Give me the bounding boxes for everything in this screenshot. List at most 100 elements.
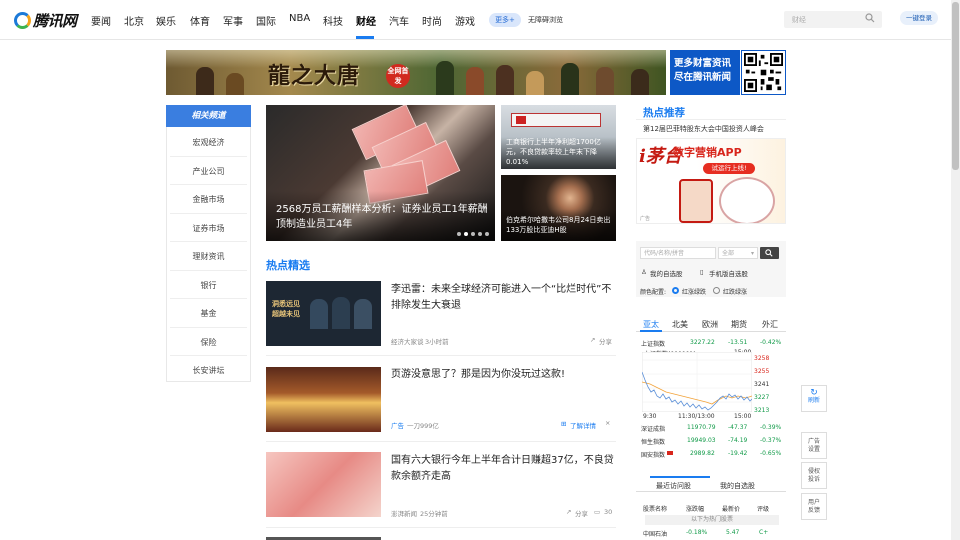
carousel-dot[interactable] xyxy=(457,232,461,236)
nav-item-finance[interactable]: 财经 xyxy=(356,13,376,28)
search-placeholder: 财经 xyxy=(792,16,806,24)
details-icon[interactable]: ⊞ xyxy=(561,420,566,428)
comment-icon[interactable]: ▭ xyxy=(594,508,600,516)
focus-main-caption[interactable]: 2568万员工薪酬样本分析：证券业员工1年薪酬顶制造业员工4年 xyxy=(276,202,490,232)
close-icon[interactable]: × xyxy=(605,419,610,427)
tab-asia-pacific[interactable]: 亚太 xyxy=(643,319,659,330)
article-title[interactable]: 国有六大银行今年上半年合计日赚超37亿，不良贷款余额齐走高 xyxy=(391,453,616,485)
color-config-label: 颜色配置: xyxy=(640,289,667,296)
ad-settings-button[interactable]: 广告 设置 xyxy=(801,432,827,459)
maotai-ad[interactable]: i茅台 数字营销APP 试运行上线! 广告 xyxy=(636,138,786,224)
chart-tick: 3258 xyxy=(754,355,770,362)
ad-image[interactable] xyxy=(266,367,381,432)
nav-item-fashion[interactable]: 时尚 xyxy=(422,13,442,28)
tab-forex[interactable]: 外汇 xyxy=(762,319,778,330)
nav-item-military[interactable]: 军事 xyxy=(223,13,243,28)
focus-side-caption-1[interactable]: 工商银行上半年净利超1700亿元，不良贷款率较上年末下降0.01% xyxy=(506,137,612,167)
sidebar-item-industry[interactable]: 产业公司 xyxy=(166,166,251,177)
mobile-stocks-link[interactable]: 手机版自选股 xyxy=(709,268,748,278)
ad-title[interactable]: 页游没意思了？那是因为你没玩过这款! xyxy=(391,367,616,383)
sidebar-item-financial-market[interactable]: 金融市场 xyxy=(166,194,251,205)
carousel-dots[interactable] xyxy=(457,232,489,236)
comment-count[interactable]: 30 xyxy=(604,508,612,516)
stock-rating: C+ xyxy=(759,529,769,536)
nav-item-international[interactable]: 国际 xyxy=(256,13,276,28)
stock-name[interactable]: 中国石油 xyxy=(643,529,667,538)
sidebar-item-insurance[interactable]: 保险 xyxy=(166,337,251,348)
ad-settings-label-1: 广告 xyxy=(807,438,820,445)
sidebar-item-macro[interactable]: 宏观经济 xyxy=(166,137,251,148)
article-source[interactable]: 经济大家谈 xyxy=(391,336,424,346)
nav-item-beijing[interactable]: 北京 xyxy=(124,13,144,28)
game-ad-banner[interactable]: 龍之大唐 全网首发 xyxy=(166,50,666,95)
tab-recent-stocks[interactable]: 最近访问股 xyxy=(656,481,691,491)
tab-north-america[interactable]: 北美 xyxy=(672,319,688,330)
index-value: 19949.03 xyxy=(687,437,716,444)
share-icon[interactable]: ↗ xyxy=(566,508,571,516)
ad-subtitle: 一刀999亿 xyxy=(407,422,439,430)
sidebar-item-securities[interactable]: 证券市场 xyxy=(166,223,251,234)
carousel-dot[interactable] xyxy=(478,232,482,236)
refresh-label: 刷新 xyxy=(807,397,820,404)
color-option-1[interactable]: 红涨绿跌 xyxy=(682,287,706,296)
share-icon[interactable]: ↗ xyxy=(590,336,595,344)
ad-label: 广告 xyxy=(391,422,404,430)
refresh-button[interactable]: ↻ 刷新 xyxy=(801,385,827,412)
stock-search-input[interactable]: 代码/名称/拼音 xyxy=(640,247,716,259)
scrollbar-thumb[interactable] xyxy=(952,2,959,170)
share-link[interactable]: 分享 xyxy=(599,336,612,346)
tab-europe[interactable]: 欧洲 xyxy=(702,319,718,330)
sidebar-item-wealth[interactable]: 理财资讯 xyxy=(166,251,251,262)
color-option-2[interactable]: 红跌绿涨 xyxy=(723,287,747,296)
color-option-radio[interactable] xyxy=(713,287,720,294)
nav-item-yaowen[interactable]: 要闻 xyxy=(91,13,111,28)
sidebar-item-changan-forum[interactable]: 长安讲坛 xyxy=(166,365,251,376)
quick-login-button[interactable]: 一键登录 xyxy=(900,11,938,25)
article-image[interactable]: 洞悉远见 超越未见 xyxy=(266,281,381,346)
carousel-dot[interactable] xyxy=(485,232,489,236)
nav-item-sports[interactable]: 体育 xyxy=(190,13,210,28)
share-link[interactable]: 分享 xyxy=(575,508,588,518)
nav-item-tech[interactable]: 科技 xyxy=(323,13,343,28)
barrier-free-link[interactable]: 无障碍浏览 xyxy=(528,15,563,25)
stock-type-select[interactable]: 全部 ▾ xyxy=(718,247,758,259)
my-stocks-link[interactable]: 我的自选股 xyxy=(650,268,683,278)
feedback-label-1: 用户 xyxy=(807,499,820,506)
hot-recommend-item[interactable]: 第12届巴菲特股东大会中国投资人峰会 xyxy=(643,124,764,134)
ad-details-link[interactable]: 了解详情 xyxy=(570,420,596,430)
tab-futures[interactable]: 期货 xyxy=(731,319,747,330)
report-button[interactable]: 侵权 投诉 xyxy=(801,462,827,489)
hot-picks-title: 热点精选 xyxy=(266,259,310,272)
promo-line-2: 尽在腾讯新闻 xyxy=(674,72,732,83)
intraday-chart[interactable] xyxy=(642,352,752,412)
search-icon[interactable] xyxy=(865,13,875,23)
maotai-title: 数字营销APP xyxy=(673,146,742,159)
hot-recommend-title: 热点推荐 xyxy=(643,107,685,119)
article-source[interactable]: 澎湃新闻 xyxy=(391,508,417,518)
col-price: 最新价 xyxy=(722,506,741,513)
more-channels-button[interactable]: 更多+ xyxy=(489,13,521,27)
tab-my-stocks[interactable]: 我的自选股 xyxy=(720,481,755,491)
carousel-dot-active[interactable] xyxy=(464,232,468,236)
index-pct: -0.37% xyxy=(760,437,782,444)
index-name[interactable]: 国安指数 xyxy=(641,450,665,459)
carousel-dot[interactable] xyxy=(471,232,475,236)
tencent-logo[interactable]: 腾讯网 xyxy=(14,10,77,30)
article-image[interactable] xyxy=(266,452,381,517)
nav-item-auto[interactable]: 汽车 xyxy=(389,13,409,28)
tencent-news-promo[interactable]: 更多财富资讯 尽在腾讯新闻 xyxy=(670,50,740,95)
focus-side-caption-2[interactable]: 伯克希尔哈撒韦公司8月24日卖出133万股比亚迪H股 xyxy=(506,215,612,235)
nav-item-games[interactable]: 游戏 xyxy=(455,13,475,28)
maotai-try-badge: 试运行上线! xyxy=(703,163,755,174)
nav-item-nba[interactable]: NBA xyxy=(289,13,310,24)
index-name[interactable]: 上证指数 xyxy=(641,339,665,348)
feedback-button[interactable]: 用户 反馈 xyxy=(801,493,827,520)
stock-search-button[interactable] xyxy=(760,247,779,259)
article-title[interactable]: 李迅雷：未来全球经济可能进入一个“比烂时代”不排除发生大衰退 xyxy=(391,282,616,314)
nav-item-entertainment[interactable]: 娱乐 xyxy=(156,13,176,28)
index-name[interactable]: 恒生指数 xyxy=(641,437,665,446)
sidebar-item-bank[interactable]: 银行 xyxy=(166,280,251,291)
color-option-radio-selected[interactable] xyxy=(672,287,679,294)
sidebar-item-fund[interactable]: 基金 xyxy=(166,308,251,319)
index-name[interactable]: 深证成指 xyxy=(641,424,665,433)
